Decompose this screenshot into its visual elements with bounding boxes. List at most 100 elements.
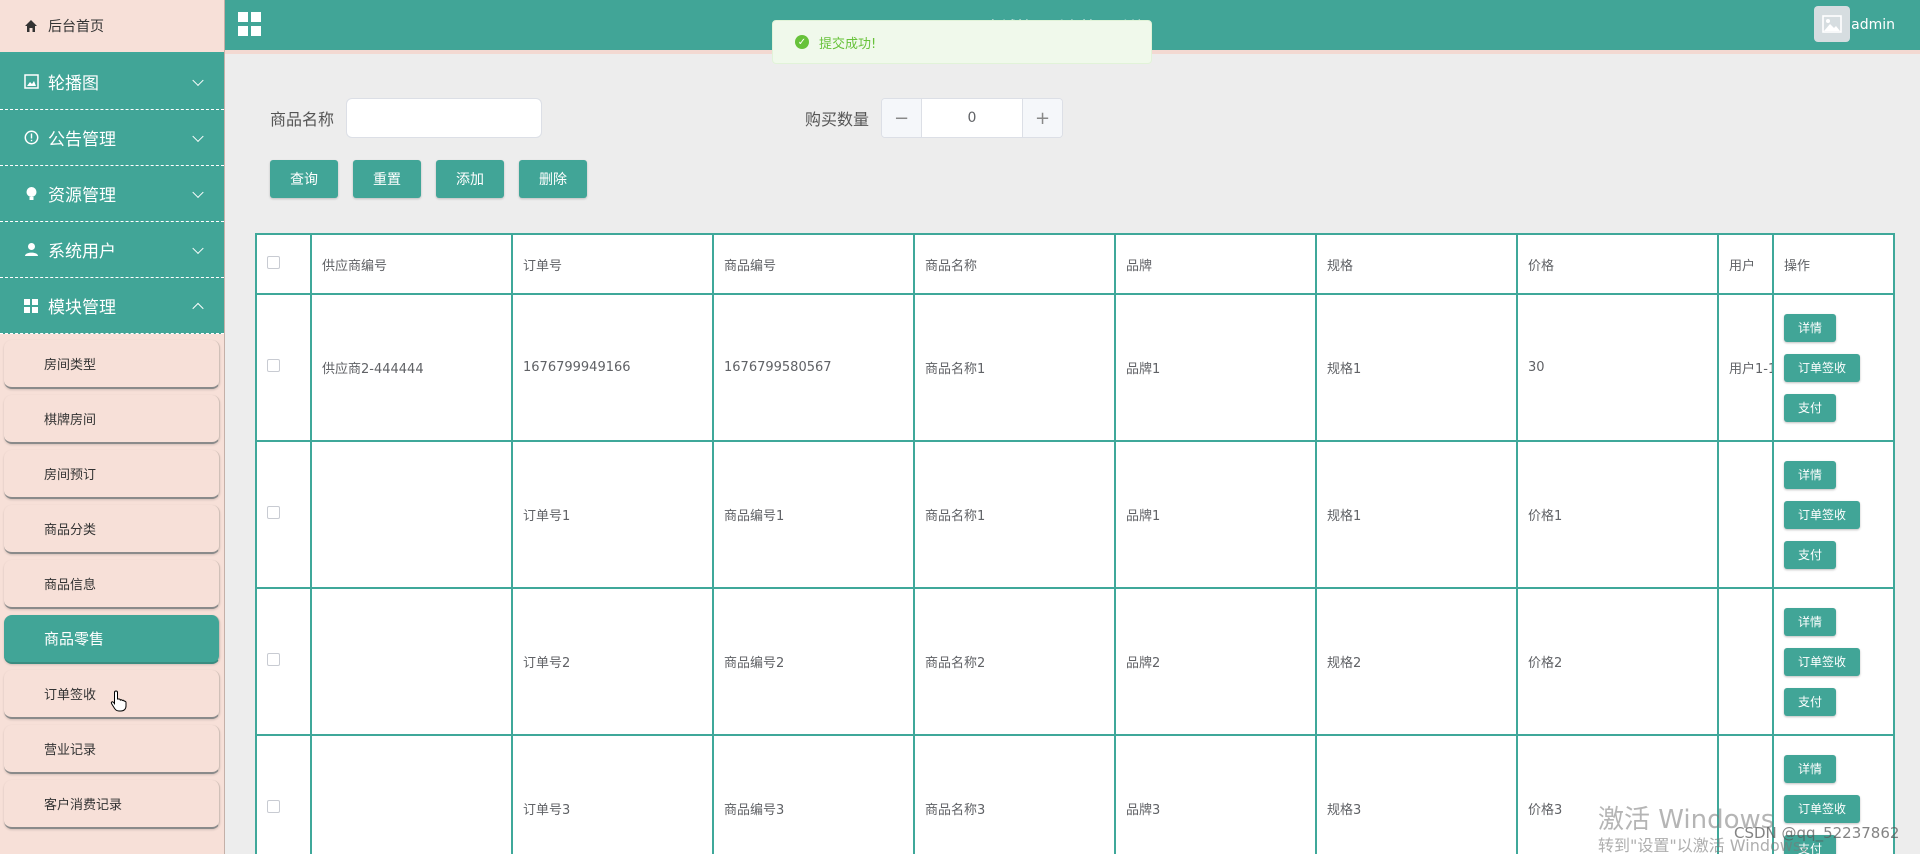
cell-brand: 品牌3: [1114, 734, 1317, 854]
cell-goods-no: 商品编号1: [712, 440, 915, 589]
cell-order: 订单号3: [511, 734, 714, 854]
detail-button[interactable]: 详情: [1784, 607, 1837, 636]
cell-order: 订单号1: [511, 440, 714, 589]
sidebar-item-customer-consumption[interactable]: 客户消费记录: [4, 780, 220, 829]
delete-button[interactable]: 删除: [519, 160, 587, 198]
bulb-icon: [22, 185, 40, 203]
username[interactable]: admin: [1851, 17, 1895, 33]
cell-price: 30: [1516, 293, 1719, 442]
avatar[interactable]: [1814, 6, 1850, 42]
cell-supplier: [310, 440, 513, 589]
cell-goods-name: 商品名称1: [913, 293, 1116, 442]
pay-button[interactable]: 支付: [1784, 393, 1837, 422]
menu-toggle-icon[interactable]: [238, 12, 262, 36]
column-header: 商品编号: [712, 233, 915, 295]
cell-price: 价格1: [1516, 440, 1719, 589]
chevron-down-icon: [192, 130, 204, 142]
column-header: 供应商编号: [310, 233, 513, 295]
sidebar-item-goods-category[interactable]: 商品分类: [4, 505, 220, 554]
quantity-value[interactable]: 0: [922, 99, 1022, 137]
detail-button[interactable]: 详情: [1784, 460, 1837, 489]
detail-button[interactable]: 详情: [1784, 754, 1837, 783]
sidebar-group-label: 模块管理: [48, 298, 116, 318]
table-row: 订单号1 商品编号1 商品名称1 品牌1 规格1 价格1 详情 订单签收 支付: [255, 440, 1895, 589]
cell-goods-no: 商品编号3: [712, 734, 915, 854]
sidebar-group-users[interactable]: 系统用户: [0, 222, 224, 278]
sidebar-group-carousel[interactable]: 轮播图: [0, 54, 224, 110]
action-buttons: 查询 重置 添加 删除: [270, 160, 587, 198]
cell-goods-no: 1676799580567: [712, 293, 915, 442]
main-content: 商品名称 购买数量 − 0 + 查询 重置 添加 删除 供应商编号 订单号 商品…: [225, 50, 1920, 854]
search-qty-group: 购买数量 − 0 +: [805, 98, 1064, 138]
row-checkbox[interactable]: [267, 653, 280, 666]
add-button[interactable]: 添加: [436, 160, 504, 198]
cell-goods-name: 商品名称2: [913, 587, 1116, 736]
sidebar-item-business-record[interactable]: 营业记录: [4, 725, 220, 774]
cell-spec: 规格3: [1315, 734, 1518, 854]
toast-message: 提交成功!: [819, 36, 877, 52]
sign-order-button[interactable]: 订单签收: [1784, 353, 1861, 382]
column-header: 规格: [1315, 233, 1518, 295]
plus-button[interactable]: +: [1022, 99, 1063, 137]
quantity-label: 购买数量: [805, 110, 870, 129]
goods-name-label: 商品名称: [270, 110, 335, 129]
sidebar-item-room-type[interactable]: 房间类型: [4, 340, 220, 389]
sidebar-item-room-booking[interactable]: 房间预订: [4, 450, 220, 499]
info-icon: [22, 129, 40, 147]
chevron-down-icon: [192, 242, 204, 254]
column-header: 商品名称: [913, 233, 1116, 295]
minus-button[interactable]: −: [882, 99, 923, 137]
sidebar-item-goods-info[interactable]: 商品信息: [4, 560, 220, 609]
row-checkbox[interactable]: [267, 359, 280, 372]
select-all-checkbox[interactable]: [267, 255, 280, 269]
chevron-down-icon: [192, 186, 204, 198]
sign-order-button[interactable]: 订单签收: [1784, 647, 1861, 676]
row-checkbox[interactable]: [267, 506, 280, 519]
query-button[interactable]: 查询: [270, 160, 338, 198]
sidebar: 后台首页 轮播图 公告管理 资源管理 系统用户 模块管理 房间类型 棋牌房间 房…: [0, 0, 225, 854]
cell-supplier: [310, 587, 513, 736]
cell-goods-no: 商品编号2: [712, 587, 915, 736]
sidebar-item-chess-room[interactable]: 棋牌房间: [4, 395, 220, 444]
sidebar-group-label: 公告管理: [48, 130, 116, 150]
sign-order-button[interactable]: 订单签收: [1784, 500, 1861, 529]
user-icon: [22, 241, 40, 259]
sidebar-submenu: 房间类型 棋牌房间 房间预订 商品分类 商品信息 商品零售 订单签收 营业记录 …: [0, 334, 224, 829]
sidebar-group-label: 轮播图: [48, 74, 99, 94]
cell-goods-name: 商品名称3: [913, 734, 1116, 854]
cell-actions: 详情 订单签收 支付: [1772, 440, 1895, 589]
pay-button[interactable]: 支付: [1784, 540, 1837, 569]
cell-actions: 详情 订单签收 支付: [1772, 293, 1895, 442]
sign-order-button[interactable]: 订单签收: [1784, 794, 1861, 823]
sidebar-home[interactable]: 后台首页: [0, 0, 224, 54]
cell-spec: 规格2: [1315, 587, 1518, 736]
cell-user: [1717, 440, 1774, 589]
table-row: 供应商2-444444 1676799949166 1676799580567 …: [255, 293, 1895, 442]
sidebar-group-resource[interactable]: 资源管理: [0, 166, 224, 222]
cell-user: 用户1-1: [1717, 293, 1774, 442]
select-all-cell: [255, 233, 312, 295]
home-icon: [22, 17, 40, 35]
sidebar-group-label: 资源管理: [48, 186, 116, 206]
data-table: 供应商编号 订单号 商品编号 商品名称 品牌 规格 价格 用户 操作 供应商2-…: [255, 233, 1895, 854]
sidebar-item-goods-retail[interactable]: 商品零售: [4, 615, 220, 664]
grid-icon: [22, 297, 40, 315]
cell-user: [1717, 587, 1774, 736]
chevron-down-icon: [192, 74, 204, 86]
reset-button[interactable]: 重置: [353, 160, 421, 198]
csdn-watermark: CSDN @qq_52237862: [1734, 824, 1900, 842]
column-header: 价格: [1516, 233, 1719, 295]
cell-order: 订单号2: [511, 587, 714, 736]
goods-name-input[interactable]: [346, 98, 543, 138]
row-checkbox[interactable]: [267, 800, 280, 813]
chevron-up-icon: [192, 302, 204, 314]
avatar-image-icon: [1822, 15, 1842, 33]
sidebar-group-notice[interactable]: 公告管理: [0, 110, 224, 166]
pay-button[interactable]: 支付: [1784, 687, 1837, 716]
cell-order: 1676799949166: [511, 293, 714, 442]
quantity-stepper: − 0 +: [881, 98, 1064, 138]
table-row: 订单号2 商品编号2 商品名称2 品牌2 规格2 价格2 详情 订单签收 支付: [255, 587, 1895, 736]
cell-brand: 品牌1: [1114, 293, 1317, 442]
detail-button[interactable]: 详情: [1784, 313, 1837, 342]
sidebar-group-modules[interactable]: 模块管理: [0, 278, 224, 334]
